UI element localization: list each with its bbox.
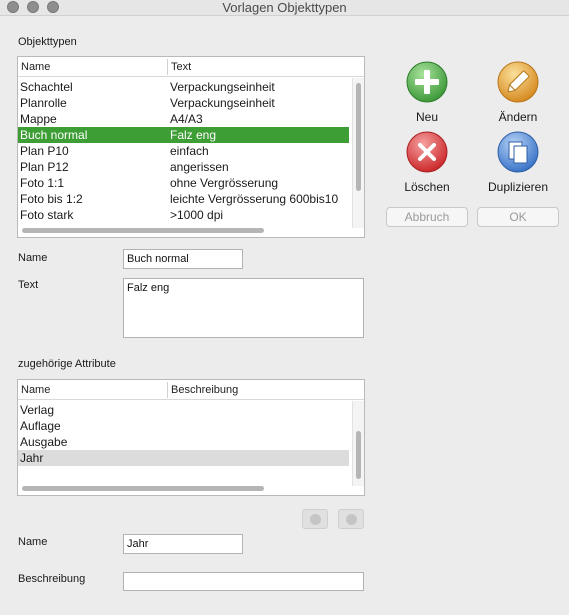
objekttyp-name-cell: Mappe: [20, 112, 57, 126]
attribute-vertical-scroll-thumb[interactable]: [356, 431, 361, 479]
objekttyp-text-cell: ohne Vergrösserung: [170, 176, 279, 190]
table-row[interactable]: Ausgabe: [18, 434, 349, 450]
table-row[interactable]: Mappe A4/A3: [18, 111, 349, 127]
objekttypen-vertical-scroll-thumb[interactable]: [356, 83, 361, 191]
title-bar: Vorlagen Objekttypen: [0, 0, 569, 16]
objekttyp-name-cell: Plan P12: [20, 160, 69, 174]
table-row[interactable]: Auflage: [18, 418, 349, 434]
name-field[interactable]: [123, 249, 243, 269]
duplizieren-button[interactable]: [497, 131, 539, 173]
beschreibung-label: Beschreibung: [18, 573, 86, 585]
objekttyp-name-cell: Planrolle: [20, 96, 67, 110]
column-header-beschreibung[interactable]: Beschreibung: [171, 384, 238, 396]
duplizieren-label: Duplizieren: [487, 180, 549, 194]
text-label: Text: [18, 279, 39, 291]
objekttyp-name-cell: Foto 1:1: [20, 176, 65, 190]
attribute-label: zugehörige Attribute: [18, 358, 116, 370]
column-header-text[interactable]: Text: [171, 61, 191, 73]
plus-icon: [406, 61, 448, 103]
loeschen-label: Löschen: [404, 180, 450, 194]
objekttyp-text-cell: >1000 dpi: [170, 208, 224, 222]
objekttyp-name-cell: Buch normal: [20, 128, 88, 142]
aendern-button[interactable]: [497, 61, 539, 103]
text-area[interactable]: Falz eng: [123, 278, 364, 338]
attribute-name-field[interactable]: [123, 534, 243, 554]
objekttyp-name-cell: Foto stark: [20, 208, 74, 222]
loeschen-button[interactable]: [406, 131, 448, 173]
table-row[interactable]: Foto 1:1 ohne Vergrösserung: [18, 175, 349, 191]
close-icon: [406, 131, 448, 173]
abbruch-button[interactable]: Abbruch: [386, 207, 468, 227]
attribute-name-cell: Jahr: [20, 451, 44, 465]
table-row[interactable]: Jahr: [18, 450, 349, 466]
objekttypen-table-header: Name Text: [18, 57, 364, 77]
table-row[interactable]: Buch normal Falz eng: [18, 127, 349, 143]
objekttypen-horizontal-scroll-thumb[interactable]: [22, 228, 264, 233]
aendern-label: Ändern: [498, 110, 538, 124]
objekttypen-vertical-scrollbar[interactable]: [352, 78, 364, 228]
objekttyp-name-cell: Plan P10: [20, 144, 69, 158]
objekttypen-label: Objekttypen: [18, 36, 77, 48]
objekttyp-text-cell: angerissen: [170, 160, 229, 174]
attribute-name-cell: Auflage: [20, 419, 61, 433]
pencil-icon: [497, 61, 539, 103]
name-label: Name: [18, 252, 48, 264]
objekttyp-text-cell: A4/A3: [170, 112, 203, 126]
table-row[interactable]: Foto bis 1:2 leichte Vergrösserung 600bis…: [18, 191, 349, 207]
attribute-table-header: Name Beschreibung: [18, 380, 364, 400]
column-separator: [167, 59, 168, 75]
table-row[interactable]: Planrolle Verpackungseinheit: [18, 95, 349, 111]
neu-label: Neu: [415, 110, 438, 124]
attribute-add-button[interactable]: [302, 509, 328, 529]
attribute-remove-button[interactable]: [338, 509, 364, 529]
beschreibung-field[interactable]: [123, 572, 364, 591]
attribute-name-cell: Verlag: [20, 403, 55, 417]
neu-button[interactable]: [406, 61, 448, 103]
column-header-attr-name[interactable]: Name: [21, 384, 50, 396]
objekttypen-table[interactable]: Name Text Schachtel Verpackungseinheit Pla…: [17, 56, 365, 238]
objekttyp-text-cell: Verpackungseinheit: [170, 80, 275, 94]
circle-icon: [310, 514, 321, 525]
objekttyp-text-cell: Verpackungseinheit: [170, 96, 275, 110]
column-separator: [167, 382, 168, 398]
objekttyp-name-cell: Foto bis 1:2: [20, 192, 83, 206]
table-row[interactable]: Foto stark >1000 dpi: [18, 207, 349, 223]
objekttyp-text-cell: leichte Vergrösserung 600bis10: [170, 192, 339, 206]
table-row[interactable]: Plan P12 angerissen: [18, 159, 349, 175]
table-row[interactable]: Schachtel Verpackungseinheit: [18, 79, 349, 95]
attribute-vertical-scrollbar[interactable]: [352, 401, 364, 486]
table-row[interactable]: Verlag: [18, 402, 349, 418]
objekttyp-name-cell: Schachtel: [20, 80, 73, 94]
table-row[interactable]: Plan P10 einfach: [18, 143, 349, 159]
attribute-horizontal-scroll-thumb[interactable]: [22, 486, 264, 491]
column-header-name[interactable]: Name: [21, 61, 50, 73]
objekttyp-text-cell: Falz eng: [170, 128, 217, 142]
attribute-name-cell: Ausgabe: [20, 435, 68, 449]
window-title: Vorlagen Objekttypen: [222, 0, 347, 15]
attribute-name-label: Name: [18, 536, 48, 548]
attribute-table[interactable]: Name Beschreibung Verlag Auflage Ausgabe Ja…: [17, 379, 365, 496]
ok-button[interactable]: OK: [477, 207, 559, 227]
circle-icon: [346, 514, 357, 525]
objekttyp-text-cell: einfach: [170, 144, 209, 158]
duplicate-icon: [497, 131, 539, 173]
